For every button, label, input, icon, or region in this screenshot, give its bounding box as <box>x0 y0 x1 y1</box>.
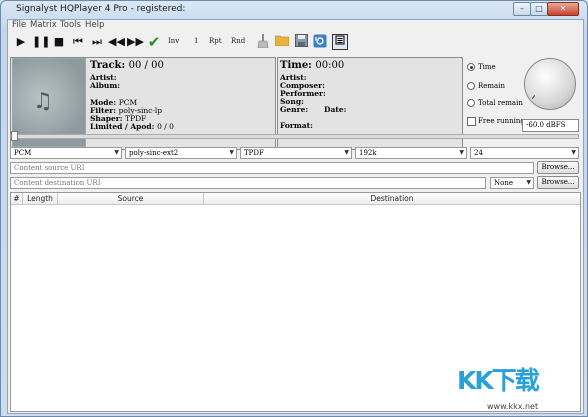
skip-forward-icon[interactable]: ⏭ <box>89 34 105 50</box>
format-label: Format: <box>280 121 313 130</box>
invert-button[interactable]: Inv <box>168 37 179 45</box>
remain-radio[interactable] <box>467 82 475 90</box>
volume-knob[interactable] <box>524 58 576 110</box>
column-number[interactable]: # <box>11 193 23 205</box>
destination-browse-button[interactable]: Browse... <box>537 176 579 189</box>
music-note-icon: ♫ <box>33 89 53 114</box>
app-window: Signalyst HQPlayer 4 Pro - registered: –… <box>0 0 588 417</box>
maximize-button[interactable]: □ <box>530 2 548 16</box>
folder-icon[interactable] <box>274 34 290 50</box>
column-destination[interactable]: Destination <box>204 193 580 205</box>
menu-tools[interactable]: Tools <box>60 20 81 30</box>
date-label: Date: <box>324 105 347 114</box>
column-source[interactable]: Source <box>58 193 204 205</box>
chevron-down-icon: ▼ <box>114 149 119 156</box>
track-value: 00 / 00 <box>128 60 164 71</box>
menu-icon[interactable] <box>332 34 348 50</box>
pause-icon[interactable]: ❚❚ <box>32 34 50 50</box>
single-button[interactable]: 1 <box>194 37 198 45</box>
broom-icon[interactable] <box>255 34 271 50</box>
title-bar[interactable]: Signalyst HQPlayer 4 Pro - registered: –… <box>1 1 587 19</box>
stop-icon[interactable]: ■ <box>51 34 67 50</box>
source-browse-button[interactable]: Browse... <box>537 161 579 174</box>
remain-radio-label: Remain <box>478 82 505 90</box>
chevron-down-icon: ▼ <box>526 179 531 186</box>
refresh-icon[interactable] <box>312 34 328 50</box>
chevron-down-icon: ▼ <box>571 149 576 156</box>
time-radio-label: Time <box>478 63 496 71</box>
bits-select[interactable]: 24 ▼ <box>470 147 579 159</box>
track-album-label: Album: <box>90 81 121 90</box>
watermark-logo: KK下载 <box>457 366 540 395</box>
free-running-checkbox[interactable] <box>467 117 476 126</box>
check-icon[interactable]: ✔ <box>146 34 162 50</box>
rewind-icon[interactable]: ◀◀ <box>108 34 125 50</box>
time-label: Time: 00:00 <box>280 60 345 71</box>
time-radio[interactable] <box>467 63 475 71</box>
chevron-down-icon: ▼ <box>459 149 464 156</box>
window-title: Signalyst HQPlayer 4 Pro - registered: <box>16 4 186 14</box>
fast-forward-icon[interactable]: ▶▶ <box>127 34 144 50</box>
column-length[interactable]: Length <box>23 193 58 205</box>
minimize-button[interactable]: – <box>513 2 531 16</box>
destination-type-select[interactable]: None ▼ <box>490 177 534 189</box>
time-value: 00:00 <box>315 60 345 71</box>
menu-file[interactable]: File <box>12 20 26 30</box>
watermark: KK下载 www.kkx.net <box>457 361 575 411</box>
watermark-url: www.kkx.net <box>487 402 539 411</box>
skip-back-icon[interactable]: ⏮ <box>70 34 86 50</box>
toolbar: ▶ ❚❚ ■ ⏮ ⏭ ◀◀ ▶▶ ✔ Inv 1 Rpt Rnd <box>8 32 583 52</box>
limited-info: Limited / Apod: 0 / 0 <box>90 122 174 131</box>
track-label: Track: 00 / 00 <box>90 60 164 71</box>
client-area: File Matrix Tools Help ▶ ❚❚ ■ ⏮ ⏭ ◀◀ ▶▶ … <box>7 19 584 414</box>
shaper-select[interactable]: TPDF ▼ <box>240 147 352 159</box>
rate-select[interactable]: 192k ▼ <box>355 147 467 159</box>
seek-thumb[interactable] <box>11 131 18 141</box>
repeat-button[interactable]: Rpt <box>209 37 222 45</box>
menu-bar: File Matrix Tools Help <box>8 20 583 31</box>
mode-select[interactable]: PCM ▼ <box>10 147 122 159</box>
seek-track[interactable] <box>10 134 579 139</box>
play-icon[interactable]: ▶ <box>13 34 29 50</box>
random-button[interactable]: Rnd <box>231 37 245 45</box>
destination-uri-input[interactable]: Content destination URI <box>10 177 486 189</box>
volume-readout[interactable]: -60.0 dBFS <box>522 119 579 132</box>
chevron-down-icon: ▼ <box>344 149 349 156</box>
menu-help[interactable]: Help <box>85 20 104 30</box>
save-icon[interactable] <box>293 34 309 50</box>
close-button[interactable]: ✕ <box>547 2 579 16</box>
total-remain-radio[interactable] <box>467 99 475 107</box>
total-remain-radio-label: Total remain <box>478 99 523 107</box>
source-uri-input[interactable]: Content source URI <box>10 162 534 174</box>
chevron-down-icon: ▼ <box>229 149 234 156</box>
genre-label: Genre: <box>280 105 309 114</box>
free-running-label: Free running <box>478 117 525 125</box>
filter-select[interactable]: poly-sinc-ext2 ▼ <box>125 147 237 159</box>
volume-knob-pointer <box>531 95 536 99</box>
menu-matrix[interactable]: Matrix <box>30 20 57 30</box>
